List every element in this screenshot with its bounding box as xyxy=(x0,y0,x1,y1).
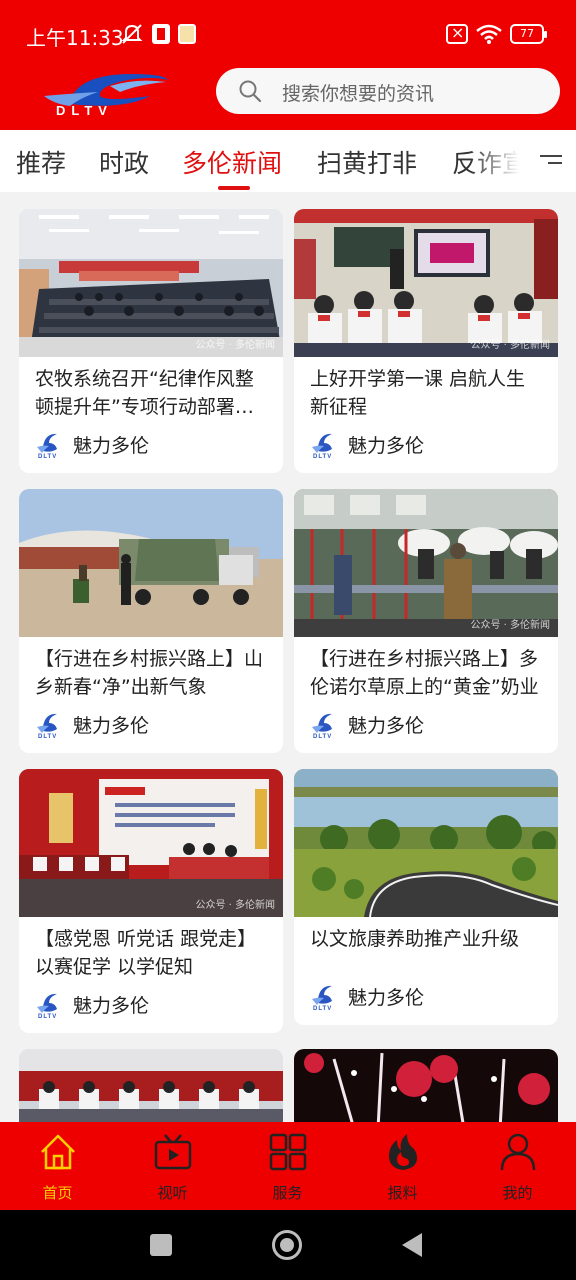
news-title[interactable]: 【感党恩 听党话 跟党走】以赛促学 以学促知 xyxy=(35,925,269,981)
svg-text:DLTV: DLTV xyxy=(56,103,113,118)
news-title[interactable]: 【行进在乡村振兴路上】多伦诺尔草原上的“黄金”奶业 xyxy=(310,645,544,701)
news-title[interactable]: 【行进在乡村振兴路上】山乡新春“净”出新气象 xyxy=(35,645,269,701)
status-time: 上午11:33 xyxy=(26,26,124,50)
nav-video-label: 视听 xyxy=(157,1184,188,1202)
bottom-navigation: 首页 视听 服务 报料 我的 xyxy=(0,1122,576,1210)
active-tab-indicator xyxy=(218,186,250,190)
no-sim-icon xyxy=(446,23,468,44)
notification-app-icon-2 xyxy=(178,24,196,44)
fire-icon xyxy=(389,1134,417,1170)
tab-fade-overlay xyxy=(470,130,540,192)
nav-home-label: 首页 xyxy=(42,1184,73,1202)
svg-text:DLTV: DLTV xyxy=(38,1014,57,1019)
svg-text:DLTV: DLTV xyxy=(313,734,332,739)
dltv-logo[interactable]: DLTV xyxy=(40,66,174,118)
svg-text:DLTV: DLTV xyxy=(38,454,57,459)
video-icon xyxy=(154,1134,192,1170)
news-title[interactable]: 农牧系统召开“纪律作风整顿提升年”专项行动部署会议 xyxy=(35,365,269,421)
source-name: 魅力多伦 xyxy=(73,995,150,1017)
nav-video[interactable]: 视听 xyxy=(115,1122,230,1210)
recent-apps-button[interactable] xyxy=(150,1234,172,1256)
news-card[interactable]: 公众号 · 多伦新闻 农牧系统召开“纪律作风整顿提升年”专项行动部署会议 DLT… xyxy=(19,209,283,473)
battery-level: 77 xyxy=(520,27,534,40)
source-name: 魅力多伦 xyxy=(348,987,425,1009)
news-card[interactable]: 公众号 · 多伦新闻 【行进在乡村振兴路上】多伦诺尔草原上的“黄金”奶业 DLT… xyxy=(294,489,558,753)
image-watermark: 公众号 · 多伦新闻 xyxy=(195,900,275,911)
tab-duolun-news[interactable]: 多伦新闻 xyxy=(182,144,282,180)
image-watermark: 公众号 · 多伦新闻 xyxy=(195,340,275,351)
wifi-icon xyxy=(476,24,502,44)
status-bar: 上午11:33 77 xyxy=(0,0,576,62)
app-screen: 上午11:33 77 DLTV 搜 xyxy=(0,0,576,1280)
tab-politics[interactable]: 时政 xyxy=(99,144,149,180)
channel-menu-icon[interactable] xyxy=(540,152,566,172)
news-card[interactable]: 公众号 · 多伦新闻 【感党恩 听党话 跟党走】以赛促学 以学促知 DLTV 魅… xyxy=(19,769,283,1033)
news-thumbnail xyxy=(294,769,558,917)
home-button[interactable] xyxy=(272,1230,302,1260)
search-icon xyxy=(239,80,262,103)
mute-icon xyxy=(121,24,143,44)
source-logo-icon: DLTV xyxy=(312,985,332,1011)
svg-text:DLTV: DLTV xyxy=(313,1006,332,1011)
battery-icon: 77 xyxy=(510,24,547,44)
svg-text:DLTV: DLTV xyxy=(313,454,332,459)
category-tabs: 推荐 时政 多伦新闻 扫黄打非 反诈宣 xyxy=(0,130,576,192)
source-name: 魅力多伦 xyxy=(73,435,150,457)
image-watermark: 公众号 · 多伦新闻 xyxy=(470,620,550,631)
news-feed: 公众号 · 多伦新闻 农牧系统召开“纪律作风整顿提升年”专项行动部署会议 DLT… xyxy=(0,192,576,1122)
tab-recommend[interactable]: 推荐 xyxy=(16,144,66,180)
news-thumbnail xyxy=(294,1049,558,1122)
search-placeholder: 搜索你想要的资讯 xyxy=(282,83,435,105)
news-thumbnail: 公众号 · 多伦新闻 xyxy=(294,209,558,357)
tab-anti-porn[interactable]: 扫黄打非 xyxy=(317,144,417,180)
news-thumbnail: 公众号 · 多伦新闻 xyxy=(19,769,283,917)
source-logo-icon: DLTV xyxy=(37,993,57,1019)
svg-text:DLTV: DLTV xyxy=(38,734,57,739)
news-thumbnail: 公众号 · 多伦新闻 xyxy=(294,489,558,637)
nav-profile[interactable]: 我的 xyxy=(460,1122,575,1210)
news-card[interactable]: 【行进在乡村振兴路上】山乡新春“净”出新气象 DLTV 魅力多伦 xyxy=(19,489,283,753)
source-name: 魅力多伦 xyxy=(73,715,150,737)
news-card[interactable] xyxy=(19,1049,283,1122)
nav-home[interactable]: 首页 xyxy=(0,1122,115,1210)
news-thumbnail: 公众号 · 多伦新闻 xyxy=(19,209,283,357)
search-box[interactable]: 搜索你想要的资讯 xyxy=(216,68,560,114)
news-card[interactable]: 以文旅康养助推产业升级 DLTV 魅力多伦 xyxy=(294,769,558,1025)
news-card[interactable]: 公众号 · 多伦新闻 上好开学第一课 启航人生新征程 DLTV 魅力多伦 xyxy=(294,209,558,473)
app-header: DLTV 搜索你想要的资讯 xyxy=(0,62,576,130)
nav-profile-label: 我的 xyxy=(502,1184,533,1202)
source-name: 魅力多伦 xyxy=(348,715,425,737)
news-thumbnail xyxy=(19,489,283,637)
source-name: 魅力多伦 xyxy=(348,435,425,457)
system-navigation-bar xyxy=(0,1210,576,1280)
image-watermark: 公众号 · 多伦新闻 xyxy=(470,340,550,351)
user-icon xyxy=(500,1133,536,1171)
news-title[interactable]: 以文旅康养助推产业升级 xyxy=(310,925,544,953)
back-button[interactable] xyxy=(402,1233,422,1257)
grid-icon xyxy=(269,1133,307,1171)
nav-services[interactable]: 服务 xyxy=(230,1122,345,1210)
news-title[interactable]: 上好开学第一课 启航人生新征程 xyxy=(310,365,544,421)
nav-report[interactable]: 报料 xyxy=(345,1122,460,1210)
news-thumbnail xyxy=(19,1049,283,1122)
source-logo-icon: DLTV xyxy=(37,713,57,739)
source-logo-icon: DLTV xyxy=(312,713,332,739)
source-logo-icon: DLTV xyxy=(37,433,57,459)
home-icon xyxy=(41,1134,75,1170)
nav-report-label: 报料 xyxy=(387,1184,418,1202)
nav-services-label: 服务 xyxy=(272,1184,303,1202)
news-card[interactable] xyxy=(294,1049,558,1122)
notification-app-icon xyxy=(152,24,170,44)
source-logo-icon: DLTV xyxy=(312,433,332,459)
